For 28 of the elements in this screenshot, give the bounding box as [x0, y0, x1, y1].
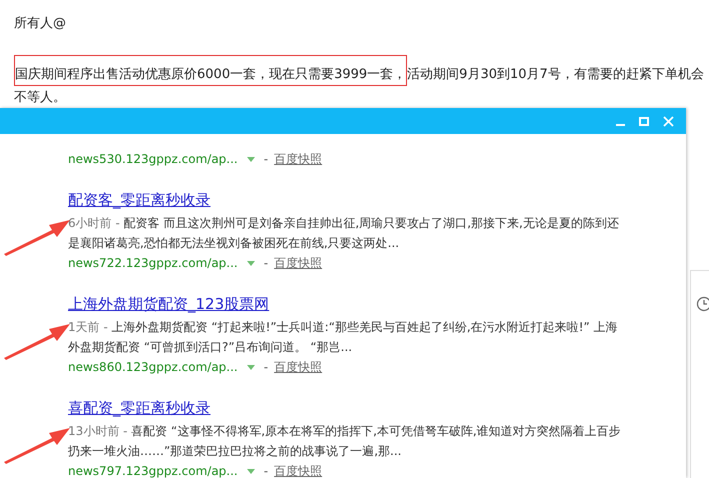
result-url: news530.123gppz.com/ap... [68, 151, 238, 168]
caret-icon [246, 364, 255, 370]
caret-icon [246, 468, 255, 474]
clock-icon [696, 296, 709, 312]
result-url: news797.123gppz.com/ap... [68, 463, 238, 478]
separator-text: - [264, 151, 268, 168]
separator-text: - [264, 359, 268, 376]
maximize-icon [639, 116, 649, 126]
caret-icon [246, 156, 255, 162]
result-snippet: 13小时前 - 喜配资 “这事怪不得将军,原本在将军的指挥下,本可凭借弩车破阵,谁知道对方突然隔着上百步扔来一堆火油……”那道荣巴拉巴拉将之前的战事说了一遍,那... [68, 423, 622, 460]
minimize-icon [616, 124, 625, 126]
result-snippet: 6小时前 - 配资客 而且这次荆州可是刘备亲自挂帅出征,周瑜只要攻占了湖口,那接下来,无论是夏的陈到还是襄阳诸葛亮,恐怕都无法坐视刘备被困死在前线,只要这两处... [68, 215, 620, 252]
cache-link[interactable]: 百度快照 [274, 149, 322, 169]
mention-text: 所有人@ [14, 15, 66, 32]
caret-icon [246, 260, 255, 266]
cache-link[interactable]: 百度快照 [274, 461, 322, 478]
result-snippet: 1天前 - 上海外盘期货配资 “打起来啦!”士兵叫道:“那些羌民与百姓起了纠纷,在污水附近打起来啦!” 上海外盘期货配资 “可曾抓到活口?”吕布询问道。 “那岂... [68, 319, 619, 356]
cache-link[interactable]: 百度快照 [274, 253, 322, 273]
cache-link[interactable]: 百度快照 [274, 357, 322, 377]
result-url: news860.123gppz.com/ap... [68, 359, 238, 376]
highlighted-text: 国庆期间程序出售活动优惠原价6000一套，现在只需要3999一套， [14, 55, 408, 86]
result-title-link[interactable]: 喜配资_零距离秒收录 [68, 398, 686, 418]
separator-text: - [264, 463, 268, 478]
result-title-link[interactable]: 上海外盘期货配资_123股票网 [68, 294, 686, 314]
separator-text: - [264, 255, 268, 272]
result-title-link[interactable]: 配资客_零距离秒收录 [68, 190, 686, 210]
result-url: news722.123gppz.com/ap... [68, 255, 238, 272]
close-icon [663, 116, 674, 126]
